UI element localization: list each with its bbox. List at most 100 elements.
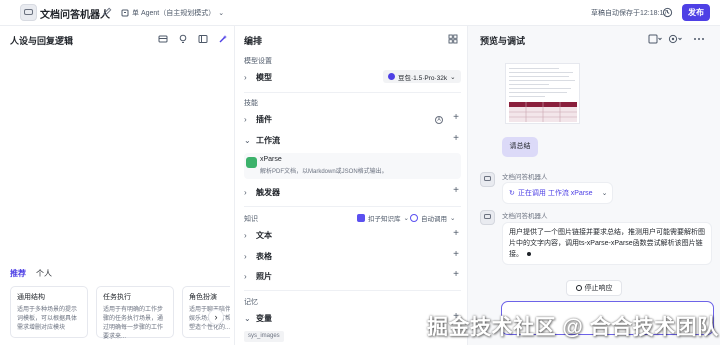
add-text-icon[interactable]: + xyxy=(453,228,459,239)
template-icon[interactable] xyxy=(158,34,168,44)
trigger-row-label: 触发器 xyxy=(256,187,280,197)
photo-row[interactable]: › 照片 + xyxy=(244,268,461,284)
publish-button[interactable]: 发布 xyxy=(682,4,710,21)
lightbulb-icon[interactable] xyxy=(178,34,188,44)
layout-icon[interactable] xyxy=(198,34,208,44)
top-bar: 文档问答机器人 单 Agent（自主规划模式） ⌄ 草稿自动保存于12:18:1… xyxy=(0,0,720,26)
chevron-down-icon: ⌄ xyxy=(450,215,456,222)
add-photo-icon[interactable]: + xyxy=(453,269,459,280)
chevron-right-icon: › xyxy=(244,271,247,281)
trigger-row[interactable]: › 触发器 + xyxy=(244,184,461,200)
workflow-call-text: 正在调用 工作流 xParse xyxy=(517,190,593,197)
add-workflow-icon[interactable]: + xyxy=(453,133,459,144)
agent-mode-selector[interactable]: 单 Agent（自主规划模式） ⌄ xyxy=(121,7,224,19)
watermark: 掘金技术社区 @ 合合技术团队 xyxy=(427,316,719,339)
table-row-label: 表格 xyxy=(256,251,272,261)
typing-cursor xyxy=(527,252,531,257)
bot-name: 文档问答机器人 xyxy=(502,174,548,181)
divider xyxy=(244,206,461,207)
bot-avatar xyxy=(480,172,495,187)
template-card[interactable]: 通用结构 适用于多种场景的提示词模板，可以根据具体需求增删对应模块 xyxy=(10,286,88,338)
edit-icon[interactable] xyxy=(103,7,112,16)
chevron-down-icon: ⌄ xyxy=(244,313,251,323)
optimize-icon[interactable] xyxy=(218,34,228,44)
chevron-down-icon: ⌄ xyxy=(450,73,456,81)
more-icon[interactable] xyxy=(692,34,706,44)
auto-call-label: 自动调用 xyxy=(421,216,447,223)
preview-panel: 预览与调试 请总结 文档问答机器人 ↻ 正在调用 工作流 xParse ⌄ 文档… xyxy=(468,26,720,345)
add-plugin-icon[interactable]: + xyxy=(453,112,459,123)
template-card-title: 通用结构 xyxy=(17,294,45,301)
knowledge-base-label: 扣子知识库 xyxy=(368,216,401,223)
doubao-logo-icon xyxy=(388,73,395,80)
prompt-template-tabs: 推荐 个人 xyxy=(10,268,52,281)
persona-panel: 人设与回复逻辑 推荐 个人 通用结构 适用于多种场景的提示词模板，可以根据具体需… xyxy=(0,26,235,345)
chevron-right-icon: › xyxy=(244,114,247,124)
workflow-desc: 解析PDF文档，以Markdown或JSON格式输出。 xyxy=(260,169,388,175)
auto-call-button[interactable]: 自动调用 ⌄ xyxy=(410,213,455,223)
workflow-row-label: 工作流 xyxy=(256,135,280,145)
template-cards: 通用结构 适用于多种场景的提示词模板，可以根据具体需求增删对应模块 任务执行 适… xyxy=(10,286,230,341)
skills-label: 技能 xyxy=(244,100,258,107)
chevron-right-icon: › xyxy=(244,230,247,240)
chevron-down-icon: ⌄ xyxy=(403,215,409,222)
tab-recommended[interactable]: 推荐 xyxy=(10,268,26,281)
display-mode-icon[interactable] xyxy=(648,34,662,44)
bot-title: 文档问答机器人 xyxy=(40,10,110,21)
model-selector[interactable]: 豆包·1.5·Pro·32k ⌄ xyxy=(383,70,461,83)
workflow-call-status[interactable]: ↻ 正在调用 工作流 xParse ⌄ xyxy=(502,182,613,204)
workflow-item-xparse[interactable]: xParse 解析PDF文档，以Markdown或JSON格式输出。 xyxy=(244,153,461,179)
model-row-label: 模型 xyxy=(256,72,272,82)
tab-personal[interactable]: 个人 xyxy=(36,268,52,281)
bot-avatar xyxy=(480,210,495,225)
knowledge-base-icon xyxy=(357,214,365,222)
variable-row-label: 变量 xyxy=(256,313,272,323)
auto-icon[interactable]: A xyxy=(435,116,443,124)
knowledge-label: 知识 xyxy=(244,216,258,223)
model-name: 豆包·1.5·Pro·32k xyxy=(398,74,448,82)
debug-settings-icon[interactable] xyxy=(668,34,682,44)
persona-panel-title: 人设与回复逻辑 xyxy=(10,36,74,46)
template-card-desc: 适用于多种场景的提示词模板，可以根据具体需求增删对应模块 xyxy=(17,307,78,331)
agent-mode-icon xyxy=(121,9,129,17)
chevron-right-icon: › xyxy=(244,72,247,82)
chevron-down-icon: ⌄ xyxy=(244,135,251,145)
template-card-desc: 适用于有明确的工作步骤的任务执行场景，通过明确每一步骤的工作要求来... xyxy=(103,307,164,340)
chevron-right-icon: › xyxy=(244,251,247,261)
auto-call-icon xyxy=(410,214,418,222)
workflow-name: xParse xyxy=(260,156,282,163)
workflow-row[interactable]: ⌄ 工作流 + xyxy=(244,132,461,148)
bot-avatar[interactable] xyxy=(20,4,37,21)
loading-icon: ↻ xyxy=(509,190,515,197)
grid-icon[interactable] xyxy=(448,34,458,44)
stop-icon xyxy=(575,285,582,291)
workflow-icon xyxy=(246,157,257,168)
arrangement-panel: 编排 模型设置 › 模型 豆包·1.5·Pro·32k ⌄ 技能 › 插件 + … xyxy=(235,26,468,345)
bot-answer: 用户提供了一个图片链接并要求总结，推测用户可能需要解析图片中的文字内容，调用ts… xyxy=(502,222,712,265)
bot-answer-text: 用户提供了一个图片链接并要求总结，推测用户可能需要解析图片中的文字内容，调用ts… xyxy=(509,229,705,258)
template-card[interactable]: 任务执行 适用于有明确的工作步骤的任务执行场景，通过明确每一步骤的工作要求来..… xyxy=(96,286,174,340)
chevron-down-icon: ⌄ xyxy=(601,190,608,197)
bot-name: 文档问答机器人 xyxy=(502,213,548,220)
arrangement-panel-title: 编排 xyxy=(244,36,263,46)
divider xyxy=(244,290,461,291)
text-row-label: 文本 xyxy=(256,230,272,240)
divider xyxy=(244,92,461,93)
add-table-icon[interactable]: + xyxy=(453,249,459,260)
text-row[interactable]: › 文本 + xyxy=(244,227,461,243)
table-row[interactable]: › 表格 + xyxy=(244,248,461,264)
history-icon[interactable] xyxy=(662,7,673,18)
memory-label: 记忆 xyxy=(244,299,258,306)
user-message: 请总结 xyxy=(502,137,538,157)
plugin-row[interactable]: › 插件 + xyxy=(244,111,461,127)
agent-mode-label: 单 Agent（自主规划模式） xyxy=(132,10,216,17)
stop-response-label: 停止响应 xyxy=(584,285,613,292)
photo-row-label: 照片 xyxy=(256,271,272,281)
stop-response-button[interactable]: 停止响应 xyxy=(566,280,622,296)
uploaded-document-image[interactable] xyxy=(505,63,580,124)
autosave-status: 草稿自动保存于12:18:17 xyxy=(591,10,668,17)
next-cards-button[interactable]: › xyxy=(208,309,224,325)
chevron-down-icon: ⌄ xyxy=(218,10,225,17)
add-trigger-icon[interactable]: + xyxy=(453,185,459,196)
knowledge-base-button[interactable]: 扣子知识库 ⌄ xyxy=(357,213,409,223)
